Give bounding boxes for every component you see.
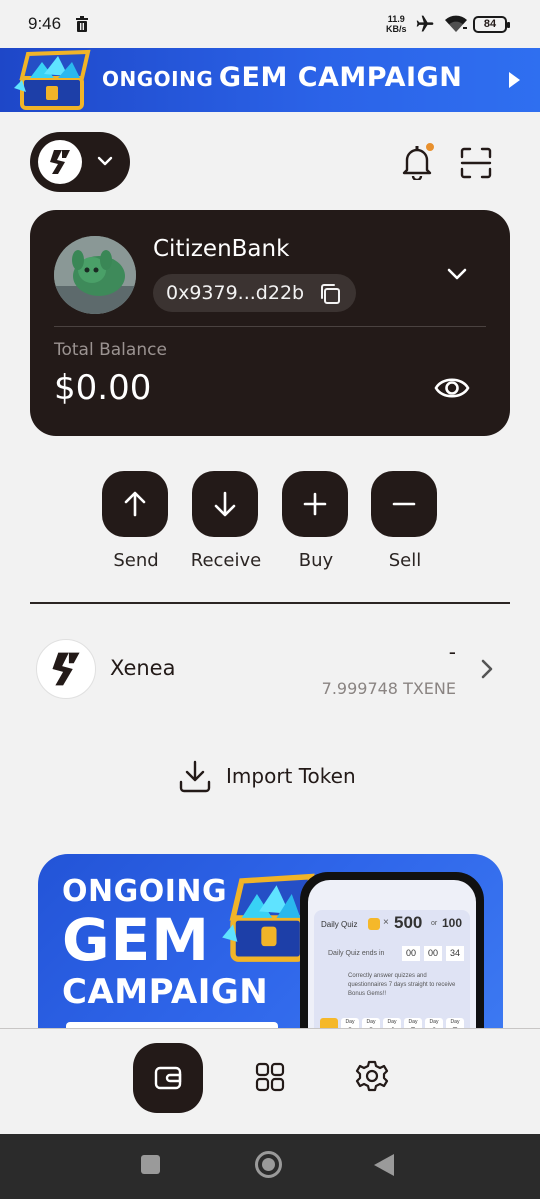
avatar[interactable]: [54, 236, 136, 314]
promo-banner[interactable]: ONGOING GEM CAMPAIGN Daily Quiz × 500 or…: [38, 854, 503, 1054]
token-row[interactable]: Xenea - 7.999748 TXENE: [30, 634, 510, 706]
day-cell-label: Day: [450, 1019, 460, 1025]
treasure-chest-icon: [14, 49, 91, 110]
timer-seconds: 34: [446, 946, 464, 961]
address-pill[interactable]: 0x9379...d22b: [153, 274, 356, 312]
promo-phone-mockup: Daily Quiz × 500 or 100 Daily Quiz ends …: [300, 872, 484, 1054]
day-cell-label: Day: [387, 1019, 397, 1025]
back-button[interactable]: [374, 1154, 394, 1176]
banner-title-small: ONGOING: [102, 67, 214, 91]
promo-line-3: CAMPAIGN: [62, 972, 269, 1012]
import-token-label: Import Token: [226, 764, 356, 788]
arrow-down-icon: [214, 491, 236, 517]
chevron-down-icon[interactable]: [445, 266, 469, 282]
day-cell-label: Day: [408, 1019, 418, 1025]
account-name: CitizenBank: [153, 236, 290, 262]
airplane-icon: [416, 15, 434, 32]
promo-line-1: ONGOING: [62, 874, 228, 909]
quiz-gem-icon: [368, 918, 380, 930]
quiz-or: or: [431, 920, 438, 927]
wallet-card: CitizenBank 0x9379...d22b Total Balance …: [30, 210, 510, 436]
receive-label: Receive: [190, 550, 262, 571]
minus-icon: [392, 502, 416, 506]
chevron-right-icon: [481, 659, 493, 679]
eye-icon[interactable]: [434, 374, 470, 402]
wifi-icon: [445, 15, 467, 32]
sell-button[interactable]: [371, 471, 437, 537]
arrow-up-icon: [124, 491, 146, 517]
net-speed-value: 11.9: [387, 14, 405, 24]
banner-title: ONGOING GEM CAMPAIGN: [102, 62, 462, 93]
day-cell-label: Day: [366, 1019, 376, 1025]
quiz-description: Correctly answer quizzes and questionnai…: [348, 973, 456, 997]
promo-line-2: GEM: [62, 906, 210, 974]
buy-button[interactable]: [282, 471, 348, 537]
battery-indicator: 84: [473, 16, 510, 33]
sell-label: Sell: [388, 550, 422, 571]
buy-label: Buy: [298, 550, 334, 571]
network-speed: 11.9 KB/s: [386, 14, 407, 34]
token-amount: 7.999748 TXENE: [321, 679, 456, 698]
balance-value: $0.00: [54, 368, 152, 408]
copy-icon[interactable]: [318, 282, 342, 306]
card-divider: [54, 326, 486, 327]
nav-wallet-tab[interactable]: [133, 1043, 203, 1113]
quiz-alt: 100: [442, 916, 463, 930]
timer-hours: 00: [402, 946, 420, 961]
day-cell-label: Day: [429, 1019, 439, 1025]
quiz-ends-label: Daily Quiz ends in: [328, 950, 385, 957]
token-name: Xenea: [110, 656, 176, 680]
token-fiat-value: -: [448, 640, 456, 664]
scan-icon[interactable]: [459, 146, 493, 180]
gear-icon[interactable]: [355, 1059, 389, 1093]
download-icon: [179, 760, 211, 793]
send-button[interactable]: [102, 471, 168, 537]
xenea-logo-icon: [38, 140, 82, 184]
bottom-nav: [0, 1028, 540, 1134]
quiz-multiplier-sign: ×: [383, 917, 389, 928]
plus-icon: [303, 492, 327, 516]
quiz-title: Daily Quiz: [321, 920, 358, 929]
play-arrow-icon: [509, 72, 520, 88]
system-nav-bar: [0, 1134, 540, 1199]
quiz-multiplier: 500: [394, 913, 423, 932]
home-button[interactable]: [255, 1151, 282, 1178]
gem-campaign-banner[interactable]: ONGOING GEM CAMPAIGN: [0, 48, 540, 112]
balance-label: Total Balance: [54, 340, 167, 360]
banner-title-big: GEM CAMPAIGN: [218, 62, 463, 93]
status-time: 9:46: [28, 14, 62, 33]
network-selector[interactable]: [30, 132, 130, 192]
apps-grid-icon[interactable]: [254, 1061, 286, 1093]
chevron-down-icon: [97, 156, 113, 166]
net-speed-unit: KB/s: [386, 24, 407, 34]
trash-icon: [76, 16, 88, 32]
wallet-icon: [154, 1066, 182, 1090]
wallet-address: 0x9379...d22b: [166, 282, 305, 304]
section-divider: [30, 602, 510, 604]
timer-minutes: 00: [424, 946, 442, 961]
send-label: Send: [113, 550, 159, 571]
notification-dot: [424, 141, 436, 153]
status-bar: 9:46 11.9 KB/s 84: [0, 0, 540, 48]
day-cell-label: Day: [345, 1019, 355, 1025]
recents-button[interactable]: [141, 1155, 160, 1174]
xenea-logo-icon: [36, 639, 96, 699]
receive-button[interactable]: [192, 471, 258, 537]
